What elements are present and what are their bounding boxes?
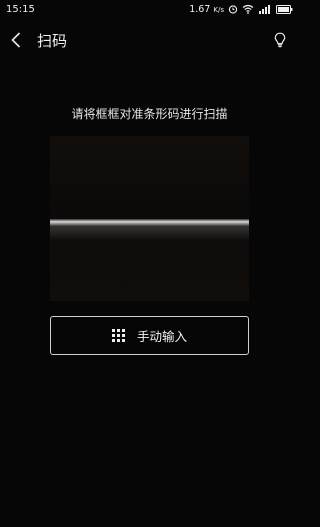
- keypad-icon: [111, 329, 125, 342]
- status-icons: 1.67 K/s: [189, 4, 293, 15]
- wifi-icon: [242, 4, 254, 14]
- manual-input-button[interactable]: 手动输入: [50, 316, 249, 355]
- scan-hint: 请将框框对准条形码进行扫描: [71, 107, 228, 121]
- network-speed: 1.67 K/s: [189, 4, 224, 15]
- scan-line-glow: [50, 227, 249, 241]
- scanner-screen: 15:15 1.67 K/s 扫码 请将框框对准条形码进行扫描 手动输入: [0, 0, 299, 527]
- signal-icon: [258, 4, 272, 14]
- status-bar: 15:15 1.67 K/s: [0, 0, 299, 18]
- scan-frame: [50, 136, 249, 301]
- network-speed-value: 1.67: [189, 3, 211, 15]
- scan-line: [50, 219, 249, 227]
- chevron-left-icon: [11, 32, 21, 48]
- flashlight-button[interactable]: [269, 29, 291, 51]
- manual-input-label: 手动输入: [136, 329, 187, 344]
- app-bar: 扫码: [0, 22, 299, 58]
- battery-icon: [276, 4, 293, 14]
- network-speed-unit: K/s: [213, 5, 224, 14]
- lightbulb-icon: [274, 32, 286, 48]
- alarm-icon: [228, 4, 238, 14]
- page-title: 扫码: [37, 32, 68, 50]
- back-button[interactable]: [6, 28, 26, 52]
- status-time: 15:15: [6, 3, 35, 15]
